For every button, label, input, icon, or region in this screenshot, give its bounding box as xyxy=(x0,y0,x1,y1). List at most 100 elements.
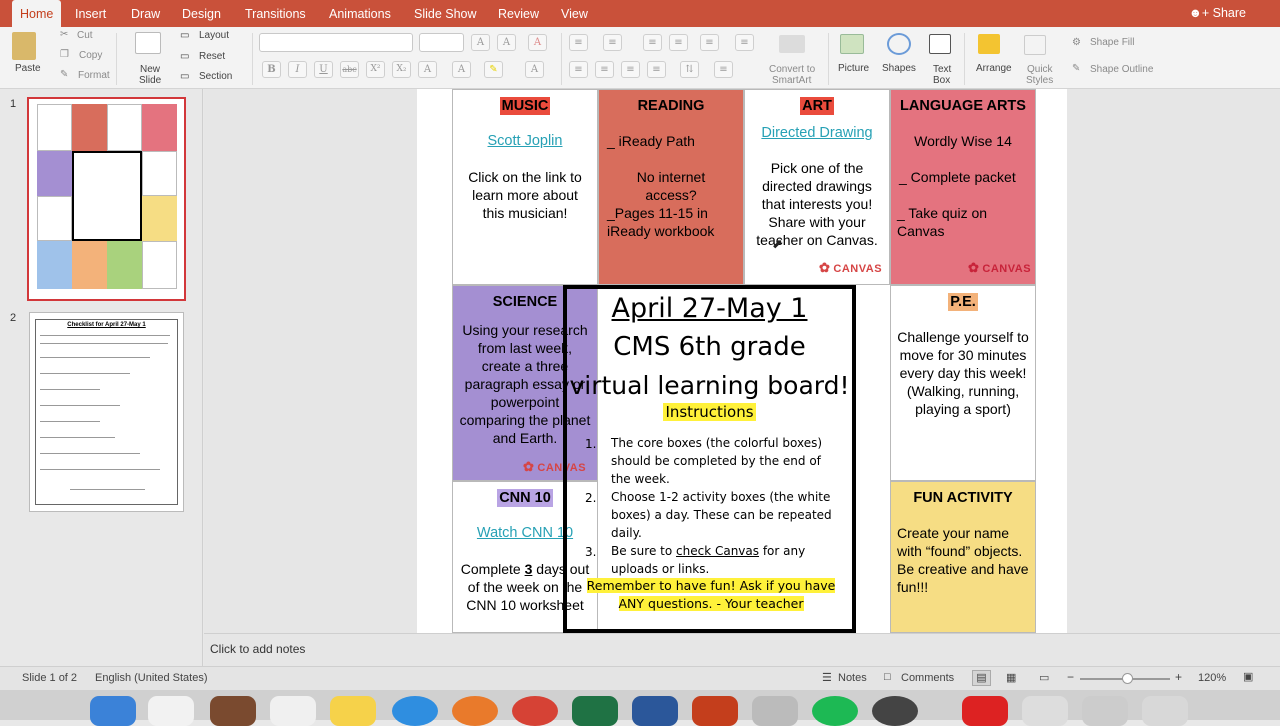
fit-to-window-icon[interactable]: ▣ xyxy=(1243,670,1253,683)
textbox-label-2[interactable]: Box xyxy=(933,75,950,86)
font-name-dropdown[interactable] xyxy=(259,33,413,52)
columns-icon[interactable]: ≡ xyxy=(735,34,754,51)
chrome-icon[interactable] xyxy=(512,696,558,726)
firefox-icon[interactable] xyxy=(452,696,498,726)
shape-fill-button[interactable]: Shape Fill xyxy=(1090,37,1134,48)
convert-smartart-label-1[interactable]: Convert to xyxy=(769,64,815,75)
textbox-icon[interactable] xyxy=(929,34,951,54)
notes-placeholder[interactable]: Click to add notes xyxy=(210,642,305,656)
spotify-icon[interactable] xyxy=(812,696,858,726)
numbering-icon[interactable]: ≡ xyxy=(603,34,622,51)
zoom-slider-thumb[interactable] xyxy=(1122,673,1133,684)
tab-view[interactable]: View xyxy=(561,0,588,27)
word-icon[interactable] xyxy=(632,696,678,726)
convert-smartart-label-2[interactable]: SmartArt xyxy=(772,75,811,86)
font-size-dropdown[interactable] xyxy=(419,33,464,52)
underline-button[interactable]: U xyxy=(314,61,333,78)
reminders-icon[interactable] xyxy=(270,696,316,726)
calendar-icon[interactable] xyxy=(148,696,194,726)
bullets-icon[interactable]: ≡ xyxy=(569,34,588,51)
directed-drawing-link[interactable]: Directed Drawing xyxy=(745,124,889,142)
language-indicator[interactable]: English (United States) xyxy=(95,672,208,684)
tab-animations[interactable]: Animations xyxy=(329,0,391,27)
align-right-icon[interactable]: ≡ xyxy=(621,61,640,78)
tab-design[interactable]: Design xyxy=(182,0,221,27)
normal-view-icon[interactable]: ▤ xyxy=(972,670,991,686)
strikethrough-button[interactable]: abc xyxy=(340,61,359,78)
slide-2-thumbnail[interactable]: Checklist for April 27-May 1 xyxy=(29,312,184,512)
align-center-icon[interactable]: ≡ xyxy=(595,61,614,78)
tab-slide-show[interactable]: Slide Show xyxy=(414,0,477,27)
align-text-icon[interactable]: ≡ xyxy=(714,61,733,78)
zoom-out-button[interactable]: − xyxy=(1067,670,1074,684)
scott-joplin-link[interactable]: Scott Joplin xyxy=(453,132,597,150)
music-box[interactable]: MUSIC Scott Joplin Click on the link to … xyxy=(452,89,598,285)
format-painter-button[interactable]: Format xyxy=(78,70,110,81)
textbox-label-1[interactable]: Text xyxy=(933,64,951,75)
paste-icon[interactable] xyxy=(12,32,36,60)
tab-home[interactable]: Home xyxy=(12,0,62,27)
arrange-icon[interactable] xyxy=(978,34,1000,54)
slide-sorter-icon[interactable]: ▦ xyxy=(1006,671,1016,684)
layout-button[interactable]: Layout xyxy=(199,30,229,41)
tab-insert[interactable]: Insert xyxy=(75,0,106,27)
finder-icon[interactable] xyxy=(90,696,136,726)
increase-indent-icon[interactable]: ≡ xyxy=(669,34,688,51)
fun-activity-box[interactable]: FUN ACTIVITY Create your name with “foun… xyxy=(890,481,1036,633)
powerpoint-icon[interactable] xyxy=(692,696,738,726)
slide-1-thumbnail[interactable] xyxy=(27,97,186,301)
line-spacing-icon[interactable]: ≡ xyxy=(700,34,719,51)
quick-styles-label-2[interactable]: Styles xyxy=(1026,75,1053,86)
section-button[interactable]: Section xyxy=(199,71,232,82)
notes-app-icon[interactable] xyxy=(210,696,256,726)
picture-icon[interactable] xyxy=(840,34,864,54)
reading-view-icon[interactable]: ▭ xyxy=(1039,671,1049,684)
pe-box[interactable]: P.E. Challenge yourself to move for 30 m… xyxy=(890,285,1036,481)
new-slide-label-1[interactable]: New xyxy=(140,64,160,75)
arrange-button[interactable]: Arrange xyxy=(976,63,1012,74)
bold-button[interactable]: B xyxy=(262,61,281,78)
reading-box[interactable]: READING _ iReady Path No internet access… xyxy=(598,89,744,285)
check-canvas-link[interactable]: check Canvas xyxy=(676,544,759,558)
align-left-icon[interactable]: ≡ xyxy=(569,61,588,78)
tab-review[interactable]: Review xyxy=(498,0,539,27)
clear-format-icon[interactable]: A xyxy=(528,34,547,51)
reset-button[interactable]: Reset xyxy=(199,51,225,62)
acrobat-icon[interactable] xyxy=(962,696,1008,726)
zoom-level[interactable]: 120% xyxy=(1198,672,1226,684)
shape-outline-button[interactable]: Shape Outline xyxy=(1090,64,1153,75)
subscript-button[interactable]: X₂ xyxy=(392,61,411,78)
text-highlight-icon[interactable]: A xyxy=(452,61,471,78)
slide[interactable]: MUSIC Scott Joplin Click on the link to … xyxy=(417,89,1067,633)
shapes-button[interactable]: Shapes xyxy=(882,63,916,74)
new-slide-icon[interactable] xyxy=(135,32,161,54)
copy-button[interactable]: Copy xyxy=(79,50,102,61)
justify-icon[interactable]: ≡ xyxy=(647,61,666,78)
document-icon[interactable] xyxy=(1022,696,1068,726)
picture-button[interactable]: Picture xyxy=(838,63,869,74)
app-icon[interactable] xyxy=(872,696,918,726)
share-button[interactable]: ☻+ Share xyxy=(1189,0,1246,27)
paste-button[interactable]: Paste xyxy=(15,63,41,74)
text-effects-icon[interactable]: A xyxy=(418,61,437,78)
art-box[interactable]: ART Directed Drawing Pick one of the dir… xyxy=(744,89,890,285)
increase-font-icon[interactable]: A xyxy=(471,34,490,51)
language-arts-box[interactable]: LANGUAGE ARTS Wordly Wise 14 _ Complete … xyxy=(890,89,1036,285)
new-slide-label-2[interactable]: Slide xyxy=(139,75,161,86)
comments-toggle[interactable]: Comments xyxy=(901,672,954,684)
quick-styles-icon[interactable] xyxy=(1024,35,1046,55)
quick-styles-label-1[interactable]: Quick xyxy=(1027,64,1053,75)
smartart-icon[interactable] xyxy=(779,35,805,53)
tab-transitions[interactable]: Transitions xyxy=(245,0,306,27)
safari-icon[interactable] xyxy=(392,696,438,726)
excel-icon[interactable] xyxy=(572,696,618,726)
cut-button[interactable]: Cut xyxy=(77,30,93,41)
text-direction-icon[interactable]: ⇅ xyxy=(680,61,699,78)
tab-draw[interactable]: Draw xyxy=(131,0,160,27)
zoom-in-button[interactable]: + xyxy=(1175,670,1182,684)
highlighter-icon[interactable]: ✎ xyxy=(484,61,503,78)
slide-editing-canvas[interactable]: MUSIC Scott Joplin Click on the link to … xyxy=(204,89,1280,633)
font-color-icon[interactable]: A xyxy=(525,61,544,78)
downloads-icon[interactable] xyxy=(1082,696,1128,726)
stickies-icon[interactable] xyxy=(330,696,376,726)
